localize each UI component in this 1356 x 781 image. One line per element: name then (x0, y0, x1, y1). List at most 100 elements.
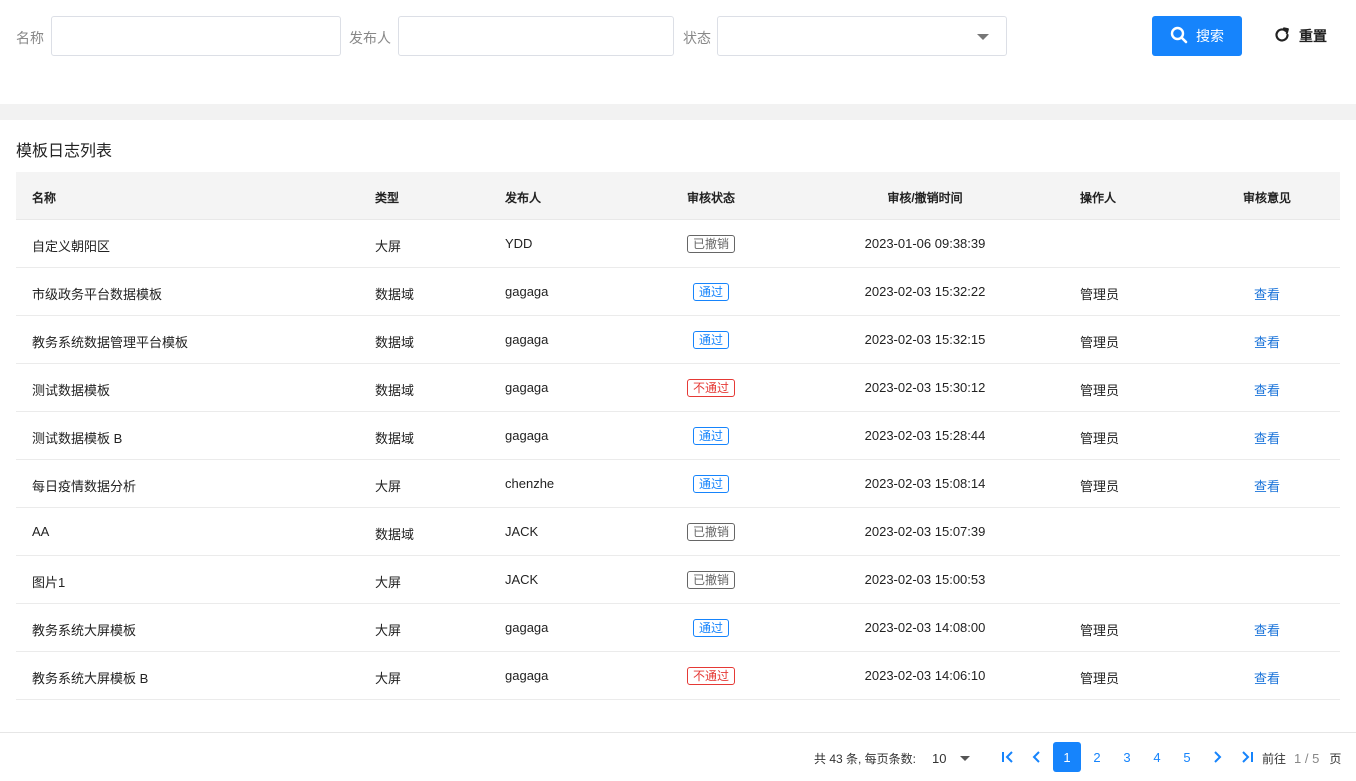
cell-type: 大屏 (375, 575, 402, 590)
page-button[interactable]: 3 (1113, 742, 1141, 772)
template-log-table: 名称 类型 发布人 审核状态 审核/撤销时间 操作人 审核意见 自定义朝阳区 大屏… (16, 172, 1340, 700)
cell-operator: 管理员 (1080, 383, 1120, 398)
column-header-type[interactable]: 类型 (375, 189, 399, 206)
status-badge: 通过 (692, 619, 730, 637)
status-badge: 通过 (692, 427, 730, 445)
cell-operator: 管理员 (1080, 335, 1120, 350)
page-button[interactable]: 2 (1083, 742, 1111, 772)
cell-publisher: gagaga (505, 668, 549, 683)
column-header-status[interactable]: 审核状态 (687, 189, 735, 206)
table-row[interactable]: 市级政务平台数据模板 数据域 gagaga 通过 2023-02-03 15:32:22… (16, 268, 1340, 316)
status-badge: 通过 (692, 331, 730, 349)
chevron-down-icon[interactable] (977, 34, 989, 40)
cell-publisher: YDD (505, 236, 533, 251)
prev-page-icon[interactable] (1023, 742, 1051, 772)
cell-time: 2023-02-03 15:32:22 (864, 284, 986, 299)
cell-publisher: JACK (505, 572, 539, 587)
view-link[interactable]: 查看 (1254, 620, 1280, 639)
table-row[interactable]: 教务系统大屏模板 B 大屏 gagaga 不通过 2023-02-03 14:06:10… (16, 652, 1340, 700)
reset-button-label: 重置 (1299, 28, 1327, 44)
table-row[interactable]: 教务系统数据管理平台模板 数据域 gagaga 通过 2023-02-03 15:32:… (16, 316, 1340, 364)
status-badge: 已撤销 (686, 235, 736, 253)
cell-name: 市级政务平台数据模板 (32, 287, 163, 302)
column-header-name[interactable]: 名称 (32, 189, 56, 206)
cell-time: 2023-02-03 15:00:53 (864, 572, 986, 587)
cell-type: 数据域 (375, 335, 415, 350)
page-button[interactable]: 5 (1173, 742, 1201, 772)
publisher-filter-input[interactable] (398, 16, 674, 56)
table-row[interactable]: AA 数据域 JACK 已撤销 2023-02-03 15:07:39 (16, 508, 1340, 556)
column-header-operator[interactable]: 操作人 (1080, 189, 1116, 206)
table-header: 名称 类型 发布人 审核状态 审核/撤销时间 操作人 审核意见 (16, 172, 1340, 220)
status-badge: 不通过 (686, 379, 736, 397)
column-header-time[interactable]: 审核/撤销时间 (887, 189, 962, 206)
column-header-review-comment[interactable]: 审核意见 (1243, 189, 1291, 206)
cell-publisher: gagaga (505, 380, 549, 395)
refresh-icon (1273, 26, 1291, 47)
name-filter-label: 名称 (16, 30, 44, 46)
table-row[interactable]: 测试数据模板 数据域 gagaga 不通过 2023-02-03 15:30:12 管理员… (16, 364, 1340, 412)
footer-divider (0, 732, 1356, 733)
cell-name: 教务系统大屏模板 (32, 623, 137, 638)
next-page-icon[interactable] (1203, 742, 1231, 772)
cell-type: 大屏 (375, 239, 402, 254)
name-filter-input[interactable] (51, 16, 341, 56)
view-link[interactable]: 查看 (1254, 380, 1280, 399)
cell-time: 2023-02-03 15:28:44 (864, 428, 986, 443)
goto-label: 前往 (1262, 751, 1287, 766)
status-filter-select[interactable] (717, 16, 1007, 56)
view-link[interactable]: 查看 (1254, 428, 1280, 447)
cell-type: 大屏 (375, 479, 402, 494)
cell-operator: 管理员 (1080, 431, 1120, 446)
view-link[interactable]: 查看 (1254, 668, 1280, 687)
cell-type: 大屏 (375, 671, 402, 686)
view-link[interactable]: 查看 (1254, 332, 1280, 351)
page-size-select[interactable]: 10 (932, 751, 946, 766)
pagination-summary: 共 43 条, 每页条数: (814, 742, 916, 774)
cell-time: 2023-02-03 15:30:12 (864, 380, 986, 395)
publisher-filter-label: 发布人 (349, 30, 391, 46)
table-title: 模板日志列表 (16, 143, 113, 160)
cell-time: 2023-02-03 15:07:39 (864, 524, 986, 539)
reset-button[interactable]: 重置 (1262, 16, 1338, 56)
search-button[interactable]: 搜索 (1152, 16, 1242, 56)
last-page-icon[interactable] (1233, 742, 1261, 772)
first-page-icon[interactable] (994, 742, 1022, 772)
cell-publisher: JACK (505, 524, 539, 539)
view-link[interactable]: 查看 (1254, 476, 1280, 495)
cell-name: 教务系统数据管理平台模板 (32, 335, 189, 350)
search-button-label: 搜索 (1196, 28, 1224, 44)
cell-type: 数据域 (375, 287, 415, 302)
cell-type: 数据域 (375, 383, 415, 398)
chevron-down-icon[interactable] (960, 756, 970, 761)
cell-operator: 管理员 (1080, 623, 1120, 638)
cell-publisher: gagaga (505, 284, 549, 299)
cell-operator: 管理员 (1080, 671, 1120, 686)
column-header-publisher[interactable]: 发布人 (505, 189, 541, 206)
cell-time: 2023-02-03 14:08:00 (864, 620, 986, 635)
cell-type: 数据域 (375, 527, 415, 542)
status-filter-label: 状态 (683, 30, 711, 46)
page-button[interactable]: 1 (1053, 742, 1081, 772)
table-row[interactable]: 教务系统大屏模板 大屏 gagaga 通过 2023-02-03 14:08:00 管理员… (16, 604, 1340, 652)
cell-publisher: gagaga (505, 332, 549, 347)
cell-time: 2023-02-03 15:08:14 (864, 476, 986, 491)
table-row[interactable]: 自定义朝阳区 大屏 YDD 已撤销 2023-01-06 09:38:39 (16, 220, 1340, 268)
cell-name: AA (32, 524, 50, 539)
filter-bar: 名称 发布人 状态 搜索 重置 (0, 0, 1356, 104)
cell-publisher: gagaga (505, 620, 549, 635)
view-link[interactable]: 查看 (1254, 284, 1280, 303)
cell-publisher: chenzhe (505, 476, 555, 491)
cell-type: 大屏 (375, 623, 402, 638)
cell-name: 自定义朝阳区 (32, 239, 111, 254)
table-row[interactable]: 每日疫情数据分析 大屏 chenzhe 通过 2023-02-03 15:08:14 管理… (16, 460, 1340, 508)
section-divider (0, 104, 1356, 120)
table-row[interactable]: 测试数据模板 B 数据域 gagaga 通过 2023-02-03 15:28:44 管理… (16, 412, 1340, 460)
page-info[interactable]: 1 / 5 (1294, 751, 1319, 766)
search-icon (1170, 26, 1188, 47)
status-badge: 已撤销 (686, 523, 736, 541)
table-row[interactable]: 图片1 大屏 JACK 已撤销 2023-02-03 15:00:53 (16, 556, 1340, 604)
cell-type: 数据域 (375, 431, 415, 446)
cell-time: 2023-01-06 09:38:39 (864, 236, 986, 251)
page-button[interactable]: 4 (1143, 742, 1171, 772)
